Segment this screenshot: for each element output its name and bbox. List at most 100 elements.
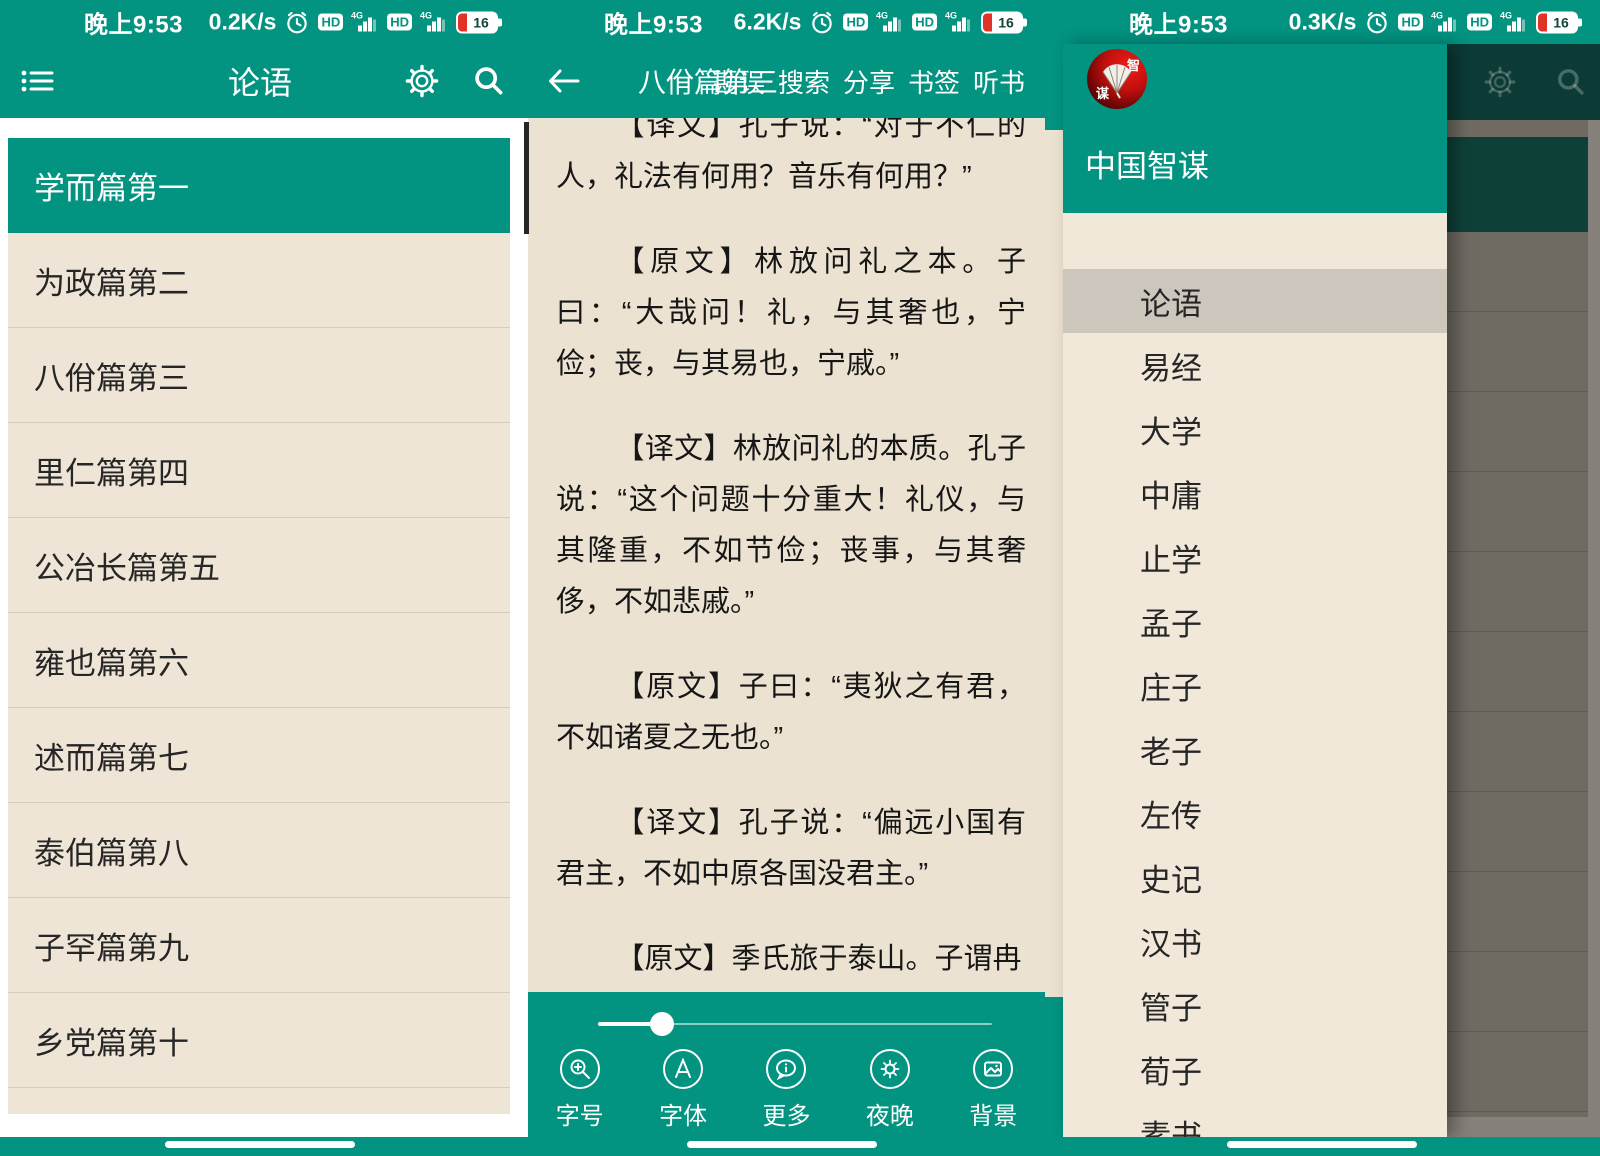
book-list-item[interactable]: 孟子	[1063, 589, 1447, 653]
book-list-item[interactable]: 老子	[1063, 717, 1447, 781]
home-indicator[interactable]	[165, 1141, 355, 1148]
action-button[interactable]: 勘误	[713, 63, 765, 100]
back-arrow-icon	[546, 66, 582, 96]
book-list-item[interactable]: 止学	[1063, 525, 1447, 589]
font-size-icon	[559, 1048, 601, 1090]
hd-icon: HD	[1398, 14, 1423, 31]
book-list-item[interactable]: 左传	[1063, 781, 1447, 845]
font-family-icon	[662, 1048, 704, 1090]
chapter-label: 子罕篇第九	[34, 923, 189, 968]
reading-toolbar: 字号 字体 更多 夜晚	[528, 992, 1045, 1130]
svg-text:4G: 4G	[420, 10, 432, 20]
hd-icon: HD	[912, 14, 937, 31]
toolbar-label: 夜晚	[866, 1096, 914, 1131]
underlying-toolbar-edge	[1045, 997, 1063, 1137]
book-list-item[interactable]: 管子	[1063, 973, 1447, 1037]
chapter-list-item[interactable]: 八佾篇第三	[8, 328, 510, 423]
book-list-item[interactable]: 史记	[1063, 845, 1447, 909]
more-icon	[765, 1048, 807, 1090]
chapter-list: 学而篇第一 为政篇第二 八佾篇第三 里仁篇第四 公冶长篇第五	[8, 138, 510, 1088]
toolbar-label: 背景	[969, 1096, 1017, 1131]
chapter-label: 为政篇第二	[34, 258, 189, 303]
toolbar-label: 字体	[659, 1096, 707, 1131]
font-family-button[interactable]: 字体	[659, 1048, 707, 1131]
chapter-list-item[interactable]: 学而篇第一	[8, 138, 510, 233]
settings-button[interactable]	[404, 63, 440, 99]
font-size-button[interactable]: 字号	[556, 1048, 604, 1131]
book-list-item[interactable]: 荀子	[1063, 1037, 1447, 1101]
network-speed: 0.3K/s	[1289, 9, 1357, 36]
book-list: 论语 易经 大学 中庸 止学	[1063, 269, 1447, 1156]
status-bar-2: 晚上9:53 6.2K/s HD 4G HD 4G	[520, 0, 1045, 44]
chapter-list-item[interactable]: 泰伯篇第八	[8, 803, 510, 898]
navigation-drawer: 智 谋 中国智谋 论语 易经 大学	[1063, 44, 1447, 1137]
chapter-label: 雍也篇第六	[34, 638, 189, 683]
chapter-list-item[interactable]: 乡党篇第十	[8, 993, 510, 1088]
book-label: 老子	[1140, 727, 1202, 772]
book-label: 汉书	[1140, 919, 1202, 964]
action-button[interactable]: 搜索	[778, 63, 830, 100]
background-button[interactable]: 背景	[969, 1048, 1017, 1131]
signal-4g-icon: 4G	[945, 9, 973, 35]
hd-icon: HD	[387, 14, 412, 31]
back-button[interactable]	[546, 66, 582, 96]
toolbar-label: 更多	[762, 1096, 810, 1131]
underlying-appbar-edge	[1045, 44, 1063, 130]
drawer-header: 智 谋 中国智谋	[1063, 44, 1447, 213]
chapter-list-frame: 学而篇第一 为政篇第二 八佾篇第三 里仁篇第四 公冶长篇第五	[0, 118, 518, 1137]
home-indicator[interactable]	[687, 1141, 877, 1148]
home-indicator[interactable]	[1227, 1141, 1417, 1148]
chapter-menu-button[interactable]	[20, 66, 56, 96]
book-list-item[interactable]: 易经	[1063, 333, 1447, 397]
chapter-list-item[interactable]: 里仁篇第四	[8, 423, 510, 518]
book-list-item[interactable]: 大学	[1063, 397, 1447, 461]
action-button[interactable]: 书签	[908, 63, 960, 100]
svg-text:4G: 4G	[1431, 10, 1443, 20]
book-list-item[interactable]: 汉书	[1063, 909, 1447, 973]
reading-text: 【译文】孔子说：“对于不仁的人，礼法有何用？音乐有何用？”【原文】林放问礼之本。…	[556, 101, 1026, 985]
reading-paragraph: 【译文】孔子说：“偏远小国有君主，不如中原各国没君主。”	[556, 798, 1026, 900]
network-speed: 6.2K/s	[734, 9, 802, 36]
slider-thumb[interactable]	[650, 1012, 674, 1036]
battery-percent: 16	[1553, 14, 1569, 30]
chapter-list-item[interactable]: 子罕篇第九	[8, 898, 510, 993]
gear-icon	[404, 63, 440, 99]
reading-actions: 勘误搜索分享书签听书	[713, 63, 1025, 100]
book-list-item[interactable]: 中庸	[1063, 461, 1447, 525]
search-button[interactable]	[472, 64, 506, 98]
battery-icon: 16	[456, 11, 498, 33]
reading-paragraph: 【原文】子曰：“夷狄之有君，不如诸夏之无也。”	[556, 662, 1026, 764]
chapter-list-item[interactable]: 为政篇第二	[8, 233, 510, 328]
chapter-list-item[interactable]: 公冶长篇第五	[8, 518, 510, 613]
underlying-page-edge	[1045, 130, 1063, 997]
alarm-icon	[284, 9, 310, 35]
action-button[interactable]: 听书	[973, 63, 1025, 100]
scrollbar-thumb[interactable]	[524, 122, 529, 234]
book-label: 止学	[1140, 535, 1202, 580]
signal-4g-icon: 4G	[351, 9, 379, 35]
clock-time: 晚上9:53	[84, 5, 183, 40]
night-mode-icon	[869, 1048, 911, 1090]
book-label: 荀子	[1140, 1047, 1202, 1092]
logo-char: 谋	[1096, 83, 1109, 102]
chapter-label: 里仁篇第四	[34, 448, 189, 493]
dimmed-list-rows	[1447, 232, 1588, 1117]
logo-char: 智	[1127, 55, 1140, 74]
brightness-slider[interactable]	[598, 1022, 992, 1026]
hd-icon: HD	[318, 14, 343, 31]
reading-paragraph: 【译文】林放问礼的本质。孔子说：“这个问题十分重大！礼仪，与其隆重，不如节俭；丧…	[556, 424, 1026, 628]
page-title: 论语	[228, 58, 292, 104]
alarm-icon	[809, 9, 835, 35]
chapter-list-item[interactable]: 雍也篇第六	[8, 613, 510, 708]
action-button[interactable]: 分享	[843, 63, 895, 100]
chapter-list-item-partial[interactable]	[8, 1088, 510, 1114]
more-button[interactable]: 更多	[762, 1048, 810, 1131]
book-label: 大学	[1140, 407, 1202, 452]
night-mode-button[interactable]: 夜晚	[866, 1048, 914, 1131]
book-list-item[interactable]: 论语	[1063, 269, 1447, 333]
chapter-list-item[interactable]: 述而篇第七	[8, 708, 510, 803]
scrim-overlay[interactable]	[1447, 44, 1600, 1137]
network-speed: 0.2K/s	[209, 9, 277, 36]
search-icon	[1555, 66, 1587, 98]
book-list-item[interactable]: 庄子	[1063, 653, 1447, 717]
